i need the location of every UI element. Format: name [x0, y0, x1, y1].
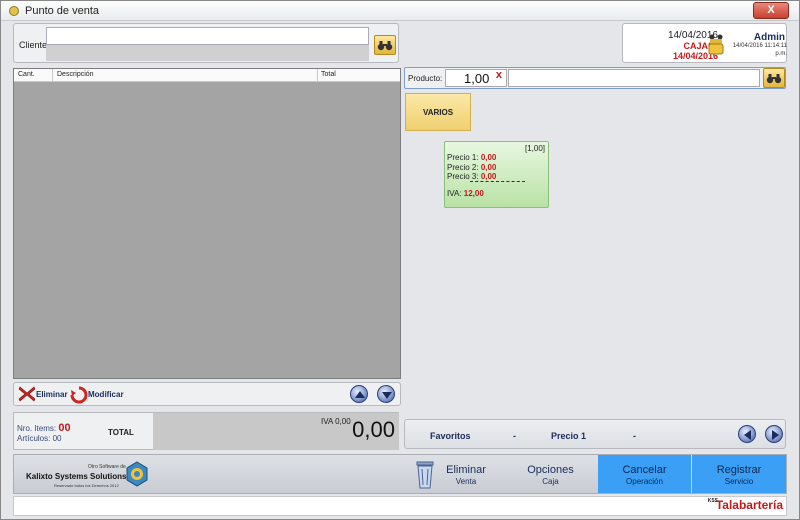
column-descripcion[interactable]: Descripción: [57, 71, 94, 78]
price-2-value: 0,00: [480, 163, 497, 172]
scroll-down-button[interactable]: [377, 385, 395, 403]
session-panel: 14/04/2016 CAJA02 14/04/2016 Admin 14/04…: [622, 23, 787, 63]
delete-sale-button[interactable]: Eliminar Venta: [406, 455, 496, 493]
cancel-operation-button[interactable]: Cancelar Operación: [598, 455, 691, 493]
price-separator: -: [633, 431, 636, 441]
quantity-value: 1,00: [464, 71, 490, 86]
card-iva: IVA: 12,00: [447, 189, 484, 198]
scroll-up-button[interactable]: [350, 385, 368, 403]
arrow-right-icon: [772, 430, 779, 440]
cash-options-label: Opciones: [527, 464, 574, 476]
arrow-down-icon: [382, 392, 392, 399]
quantity-field[interactable]: 1,00 x: [445, 69, 507, 87]
delete-item-button[interactable]: Eliminar: [36, 390, 68, 399]
price-3-label: Precio 3:: [447, 172, 479, 181]
price-1-value: 0,00: [480, 153, 497, 162]
total-amount-box: IVA 0,00 0,00: [153, 413, 399, 450]
register-service-button[interactable]: Registrar Servicio: [692, 455, 786, 493]
client-search-button[interactable]: [374, 35, 396, 55]
status-bar: KSS Talabartería: [13, 496, 787, 516]
price-1-label: Precio 1:: [447, 153, 479, 162]
column-total[interactable]: Total: [321, 71, 336, 78]
favorites-button[interactable]: Favoritos: [430, 431, 471, 441]
cancel-operation-sublabel: Operación: [626, 477, 663, 486]
product-entry-bar: Producto: 1,00 x: [404, 67, 786, 89]
items-count-value: 00: [58, 422, 71, 434]
company-logo: Otro Software de Kalixto Systems Solutio…: [14, 455, 153, 493]
favorites-separator: -: [513, 431, 516, 441]
client-panel: Cliente:: [13, 23, 399, 63]
next-page-button[interactable]: [765, 425, 783, 443]
total-label: TOTAL: [108, 428, 134, 437]
modify-item-button[interactable]: Modificar: [88, 390, 124, 399]
user-icon: [708, 34, 724, 55]
category-varios-button[interactable]: VARIOS: [405, 93, 471, 131]
window-title: Punto de venta: [25, 5, 100, 17]
cash-options-sublabel: Caja: [542, 477, 559, 486]
column-cant[interactable]: Cant.: [18, 71, 35, 78]
brand-name: Talabartería: [715, 498, 783, 512]
binoculars-icon: [766, 74, 782, 84]
logo-rights: Reservado todos los Derechos 2012: [54, 483, 119, 488]
price-level-button[interactable]: Precio 1: [551, 431, 586, 441]
delete-sale-sublabel: Venta: [455, 477, 477, 486]
previous-page-button[interactable]: [738, 425, 756, 443]
app-icon: [9, 6, 19, 16]
register-service-label: Registrar: [716, 464, 762, 476]
client-input[interactable]: [46, 27, 369, 45]
iva-value: 12,00: [463, 189, 484, 198]
price-2-label: Precio 2:: [447, 163, 479, 172]
delete-sale-label: Eliminar: [446, 464, 486, 476]
product-label: Producto:: [408, 74, 443, 83]
items-grid[interactable]: Cant. Descripción Total: [13, 68, 401, 379]
cash-options-button[interactable]: Opciones Caja: [504, 455, 597, 493]
items-count-label: Nro. Items:: [17, 424, 57, 433]
delete-x-icon[interactable]: [18, 386, 36, 402]
price-3-value: 0,00: [480, 172, 497, 181]
quantity-clear-icon[interactable]: x: [496, 69, 502, 81]
totals-panel: Nro. Items: 00 Artículos: 00 TOTAL IVA 0…: [13, 412, 399, 450]
trash-icon: [416, 461, 434, 489]
user-ampm: p.m.: [775, 51, 787, 57]
favorites-bar: Favoritos - Precio 1 -: [404, 419, 786, 449]
cancel-operation-label: Cancelar: [622, 464, 667, 476]
kss-logo-icon: [126, 461, 148, 487]
card-price-2: Precio 2: 0,00: [447, 163, 496, 172]
client-info-area: [46, 45, 369, 61]
client-label: Cliente:: [19, 40, 50, 50]
logo-name: Kalixto Systems Solutions: [26, 472, 127, 481]
product-code-input[interactable]: [508, 69, 760, 87]
column-divider: [317, 69, 318, 82]
iva-total: IVA 0,00: [321, 417, 351, 426]
refresh-icon[interactable]: [70, 386, 88, 404]
row-actions-bar: Eliminar Modificar: [13, 382, 401, 406]
arrow-left-icon: [744, 430, 751, 440]
bottom-action-bar: Otro Software de Kalixto Systems Solutio…: [13, 454, 787, 494]
arrow-up-icon: [355, 391, 365, 398]
items-count: Nro. Items: 00: [17, 422, 71, 434]
user-datetime: 14/04/2016 11:14:11: [732, 43, 787, 49]
card-price-3: Precio 3: 0,00: [447, 172, 496, 181]
register-service-sublabel: Servicio: [724, 477, 754, 486]
card-price-1: Precio 1: 0,00: [447, 153, 496, 162]
product-card[interactable]: [1,00] Precio 1: 0,00 Precio 2: 0,00 Pre…: [444, 141, 549, 208]
user-name: Admin: [753, 32, 785, 43]
articles-count: Artículos: 00: [17, 434, 62, 443]
pos-window: Punto de venta X Cliente: 14/04/2016 CAJ…: [0, 0, 800, 520]
iva-label: IVA:: [447, 189, 462, 198]
total-amount: 0,00: [352, 417, 395, 442]
product-search-button[interactable]: [763, 68, 785, 88]
card-quantity: [1,00]: [524, 144, 545, 153]
card-divider: [470, 181, 525, 182]
grid-header: Cant. Descripción Total: [14, 69, 400, 82]
binoculars-icon: [377, 41, 393, 51]
close-button[interactable]: X: [753, 2, 789, 19]
column-divider: [52, 69, 53, 82]
title-bar: Punto de venta X: [1, 1, 799, 21]
logo-tagline: Otro Software de: [88, 464, 126, 470]
